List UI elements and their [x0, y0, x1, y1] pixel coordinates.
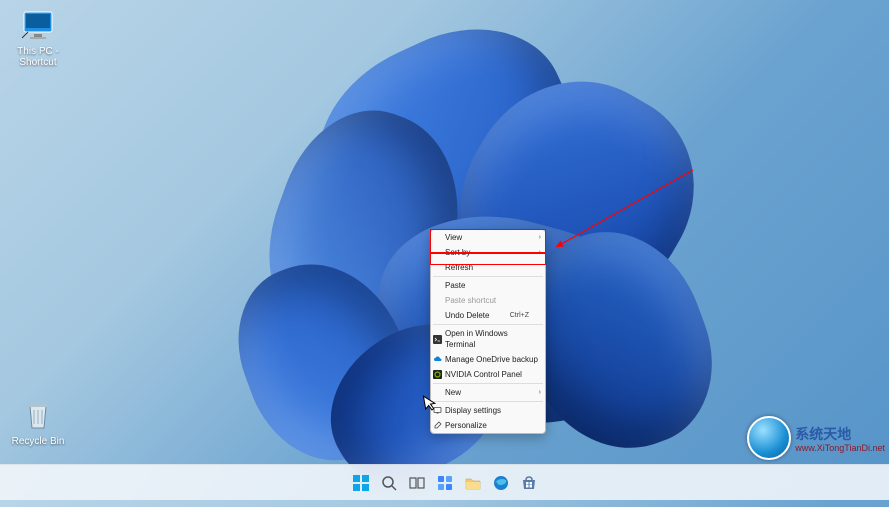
chevron-right-icon: › [539, 232, 541, 243]
menu-label: Undo Delete [445, 310, 489, 321]
terminal-icon [433, 335, 442, 344]
menu-item-open-terminal[interactable]: Open in Windows Terminal [431, 326, 545, 352]
menu-item-paste-shortcut: Paste shortcut [431, 293, 545, 308]
task-view-button[interactable] [406, 472, 428, 494]
menu-item-personalize[interactable]: Personalize [431, 418, 545, 433]
menu-label: View [445, 232, 462, 243]
start-button[interactable] [350, 472, 372, 494]
desktop-icon-this-pc[interactable]: This PC - Shortcut [8, 8, 68, 68]
menu-separator [433, 324, 543, 325]
chevron-right-icon: › [539, 387, 541, 398]
menu-separator [433, 383, 543, 384]
menu-item-paste[interactable]: Paste [431, 278, 545, 293]
menu-item-display-settings[interactable]: Display settings [431, 403, 545, 418]
taskbar [0, 464, 889, 500]
menu-item-onedrive-backup[interactable]: Manage OneDrive backup [431, 352, 545, 367]
menu-label: Manage OneDrive backup [445, 354, 538, 365]
menu-item-view[interactable]: View › [431, 230, 545, 245]
menu-label: New [445, 387, 461, 398]
globe-icon [747, 416, 791, 460]
menu-separator [433, 276, 543, 277]
menu-label: Display settings [445, 405, 501, 416]
recycle-bin-icon [20, 398, 56, 434]
desktop-icon-label: Recycle Bin [8, 436, 68, 447]
menu-label: Refresh [445, 262, 473, 273]
desktop-icon-recycle-bin[interactable]: Recycle Bin [8, 398, 68, 447]
menu-label: Personalize [445, 420, 487, 431]
file-explorer-button[interactable] [462, 472, 484, 494]
menu-label: NVIDIA Control Panel [445, 369, 522, 380]
menu-item-refresh[interactable]: Refresh [431, 260, 545, 275]
menu-item-nvidia[interactable]: NVIDIA Control Panel [431, 367, 545, 382]
menu-item-sort-by[interactable]: Sort by › [431, 245, 545, 260]
menu-label: Sort by [445, 247, 470, 258]
menu-shortcut: Ctrl+Z [510, 310, 529, 321]
menu-label: Paste shortcut [445, 295, 496, 306]
watermark-url: www.XiTongTianDi.net [795, 444, 885, 453]
watermark-title: 系统天地 [795, 426, 851, 442]
nvidia-icon [433, 370, 442, 379]
watermark: 系统天地 www.XiTongTianDi.net [747, 416, 885, 460]
menu-item-undo-delete[interactable]: Undo Delete Ctrl+Z [431, 308, 545, 323]
widgets-button[interactable] [434, 472, 456, 494]
search-button[interactable] [378, 472, 400, 494]
this-pc-icon [20, 8, 56, 44]
personalize-icon [433, 421, 442, 430]
desktop-context-menu: View › Sort by › Refresh Paste Paste sho… [430, 229, 546, 434]
cloud-icon [433, 355, 442, 364]
chevron-right-icon: › [539, 247, 541, 258]
store-button[interactable] [518, 472, 540, 494]
edge-button[interactable] [490, 472, 512, 494]
menu-separator [433, 401, 543, 402]
menu-item-new[interactable]: New › [431, 385, 545, 400]
menu-label: Open in Windows Terminal [445, 328, 539, 350]
menu-label: Paste [445, 280, 465, 291]
desktop-icon-label: This PC - Shortcut [8, 46, 68, 68]
